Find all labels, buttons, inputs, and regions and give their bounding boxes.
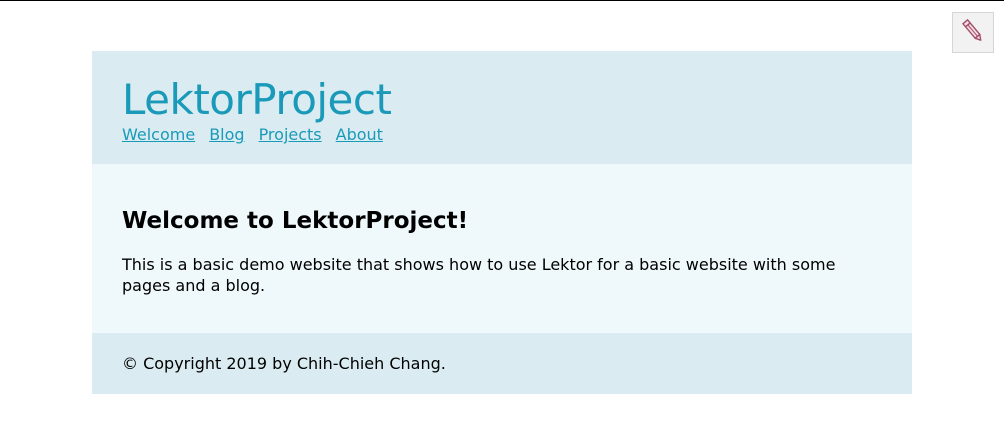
- nav-link-blog[interactable]: Blog: [209, 125, 244, 145]
- nav-link-welcome[interactable]: Welcome: [122, 125, 195, 145]
- page-heading: Welcome to LektorProject!: [122, 208, 469, 234]
- page-body: Welcome to LektorProject! This is a basi…: [92, 164, 912, 333]
- site-header: LektorProject Welcome Blog Projects Abou…: [92, 51, 912, 164]
- pencil-icon: [960, 17, 986, 49]
- edit-page-button[interactable]: [952, 12, 994, 53]
- site-title-link[interactable]: LektorProject: [122, 77, 882, 123]
- nav-link-about[interactable]: About: [336, 125, 383, 145]
- intro-paragraph: This is a basic demo website that shows …: [122, 255, 836, 295]
- page-container: LektorProject Welcome Blog Projects Abou…: [92, 51, 912, 394]
- copyright-text: © Copyright 2019 by Chih-Chieh Chang.: [122, 354, 446, 373]
- main-nav: Welcome Blog Projects About: [122, 125, 882, 145]
- nav-link-projects[interactable]: Projects: [259, 125, 322, 145]
- site-footer: © Copyright 2019 by Chih-Chieh Chang.: [92, 333, 912, 394]
- window-top-border: [0, 0, 1004, 1]
